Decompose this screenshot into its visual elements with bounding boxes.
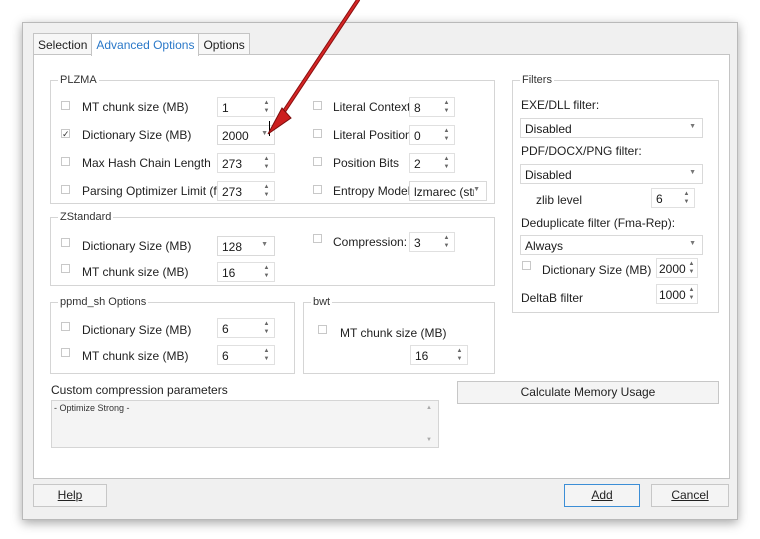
tab-advanced-options[interactable]: Advanced Options <box>91 33 200 56</box>
annotation-arrow-icon <box>267 0 360 135</box>
